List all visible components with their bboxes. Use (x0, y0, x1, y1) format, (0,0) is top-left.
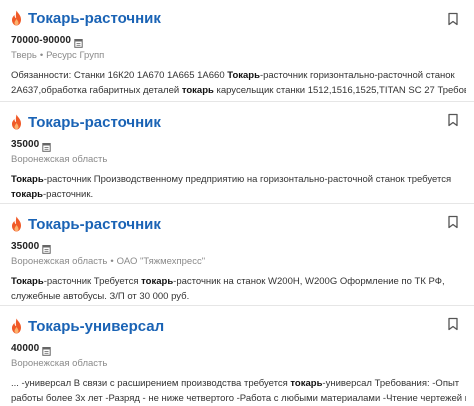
bookmark-icon[interactable] (446, 113, 460, 127)
vacancy-description: Токарь-расточник Требуется токарь-расточ… (11, 274, 466, 304)
vacancy-title-link[interactable]: Токарь-расточник (28, 114, 161, 131)
vacancy-city: Тверь (11, 50, 37, 61)
vacancy-card[interactable]: Токарь-расточник 35000 Воронежская область… (0, 204, 474, 306)
highlight-keyword: токарь (181, 85, 214, 96)
vacancy-meta: Воронежская область (11, 357, 466, 370)
vacancy-city: Воронежская область (11, 358, 108, 369)
description-text: работы более 3х лет -Разряд - не ниже че… (11, 393, 466, 404)
description-line: токарь-расточник. (11, 187, 466, 202)
description-line: Обязанности: Станки 16К20 1А670 1А665 1А… (11, 68, 466, 83)
calendar-icon (42, 241, 52, 254)
fire-icon (11, 114, 22, 130)
vacancy-description: Токарь-расточник Производственному предп… (11, 172, 466, 202)
vacancy-title-row: Токарь-универсал (11, 316, 466, 336)
description-text: -расточник Производственному предприятию… (43, 174, 452, 185)
vacancy-card[interactable]: Токарь-расточник 70000-90000 Тверь • Ресурс … (0, 0, 474, 102)
bookmark-icon[interactable] (446, 12, 460, 26)
vacancy-title-link[interactable]: Токарь-расточник (28, 216, 161, 233)
description-text: Обязанности: Станки 16К20 1А670 1А665 1А… (11, 70, 228, 81)
description-text: -расточник Требуется (43, 276, 142, 287)
salary-row: 35000 (11, 137, 466, 152)
description-line: ... -универсал В связи с расширением про… (11, 376, 466, 391)
vacancy-meta: Воронежская область (11, 153, 466, 166)
description-line: Токарь-расточник Требуется токарь-расточ… (11, 274, 466, 289)
vacancy-company[interactable]: ОАО "Тяжмехпресс" (117, 256, 205, 267)
description-text: служебные автобусы. З/П от 30 000 руб. (11, 291, 190, 302)
meta-separator: • (39, 50, 44, 61)
highlight-keyword: Токарь (11, 174, 44, 185)
description-text: -расточник. (43, 189, 94, 200)
salary-row: 40000 (11, 341, 466, 356)
bookmark-icon[interactable] (446, 215, 460, 229)
fire-icon (11, 216, 22, 232)
vacancy-city: Воронежская область (11, 256, 108, 267)
highlight-keyword: токарь (141, 276, 174, 287)
description-line: Токарь-расточник Производственному предп… (11, 172, 466, 187)
calendar-icon (42, 139, 52, 152)
calendar-icon (42, 343, 52, 356)
salary: 70000-90000 (11, 34, 72, 46)
vacancy-description: Обязанности: Станки 16К20 1А670 1А665 1А… (11, 68, 466, 98)
vacancy-description: ... -универсал В связи с расширением про… (11, 376, 466, 406)
description-text: карусельщик станки 1512,1516,1525,TITAN … (213, 85, 466, 96)
vacancy-title-row: Токарь-расточник (11, 112, 466, 132)
description-text: -расточник на станок W200H, W200G Оформл… (173, 276, 445, 287)
salary-row: 35000 (11, 239, 466, 254)
vacancy-list: Токарь-расточник 70000-90000 Тверь • Ресурс … (0, 0, 474, 406)
highlight-keyword: Токарь (227, 70, 260, 81)
bookmark-icon[interactable] (446, 317, 460, 331)
description-text: -универсал Требования: -Опыт (322, 378, 460, 389)
description-line: служебные автобусы. З/П от 30 000 руб. (11, 289, 466, 304)
vacancy-card[interactable]: Токарь-универсал 40000 Воронежская область… (0, 306, 474, 406)
description-text: -расточник горизонтально-расточной стано… (259, 70, 455, 81)
fire-icon (11, 318, 22, 334)
salary-row: 70000-90000 (11, 33, 466, 48)
vacancy-title-link[interactable]: Токарь-расточник (28, 10, 161, 27)
highlight-keyword: токарь (290, 378, 323, 389)
fire-icon (11, 10, 22, 26)
description-line: работы более 3х лет -Разряд - не ниже че… (11, 391, 466, 406)
vacancy-meta: Воронежская область • ОАО "Тяжмехпресс" (11, 255, 466, 268)
description-text: ... -универсал В связи с расширением про… (11, 378, 291, 389)
vacancy-title-row: Токарь-расточник (11, 214, 466, 234)
vacancy-title-row: Токарь-расточник (11, 8, 466, 28)
meta-separator: • (110, 256, 114, 267)
vacancy-meta: Тверь • Ресурс Групп (11, 49, 466, 62)
vacancy-title-link[interactable]: Токарь-универсал (28, 318, 164, 335)
highlight-keyword: Токарь (11, 276, 44, 287)
description-line: 2А637,обработка габаритных деталей токар… (11, 83, 466, 98)
calendar-icon (74, 35, 83, 48)
salary: 40000 (11, 342, 40, 354)
highlight-keyword: токарь (11, 189, 44, 200)
salary: 35000 (11, 240, 40, 252)
vacancy-company[interactable]: Ресурс Групп (46, 50, 104, 61)
salary: 35000 (11, 138, 40, 150)
vacancy-card[interactable]: Токарь-расточник 35000 Воронежская область… (0, 102, 474, 204)
vacancy-city: Воронежская область (11, 154, 108, 165)
description-text: 2А637,обработка габаритных деталей (11, 85, 182, 96)
